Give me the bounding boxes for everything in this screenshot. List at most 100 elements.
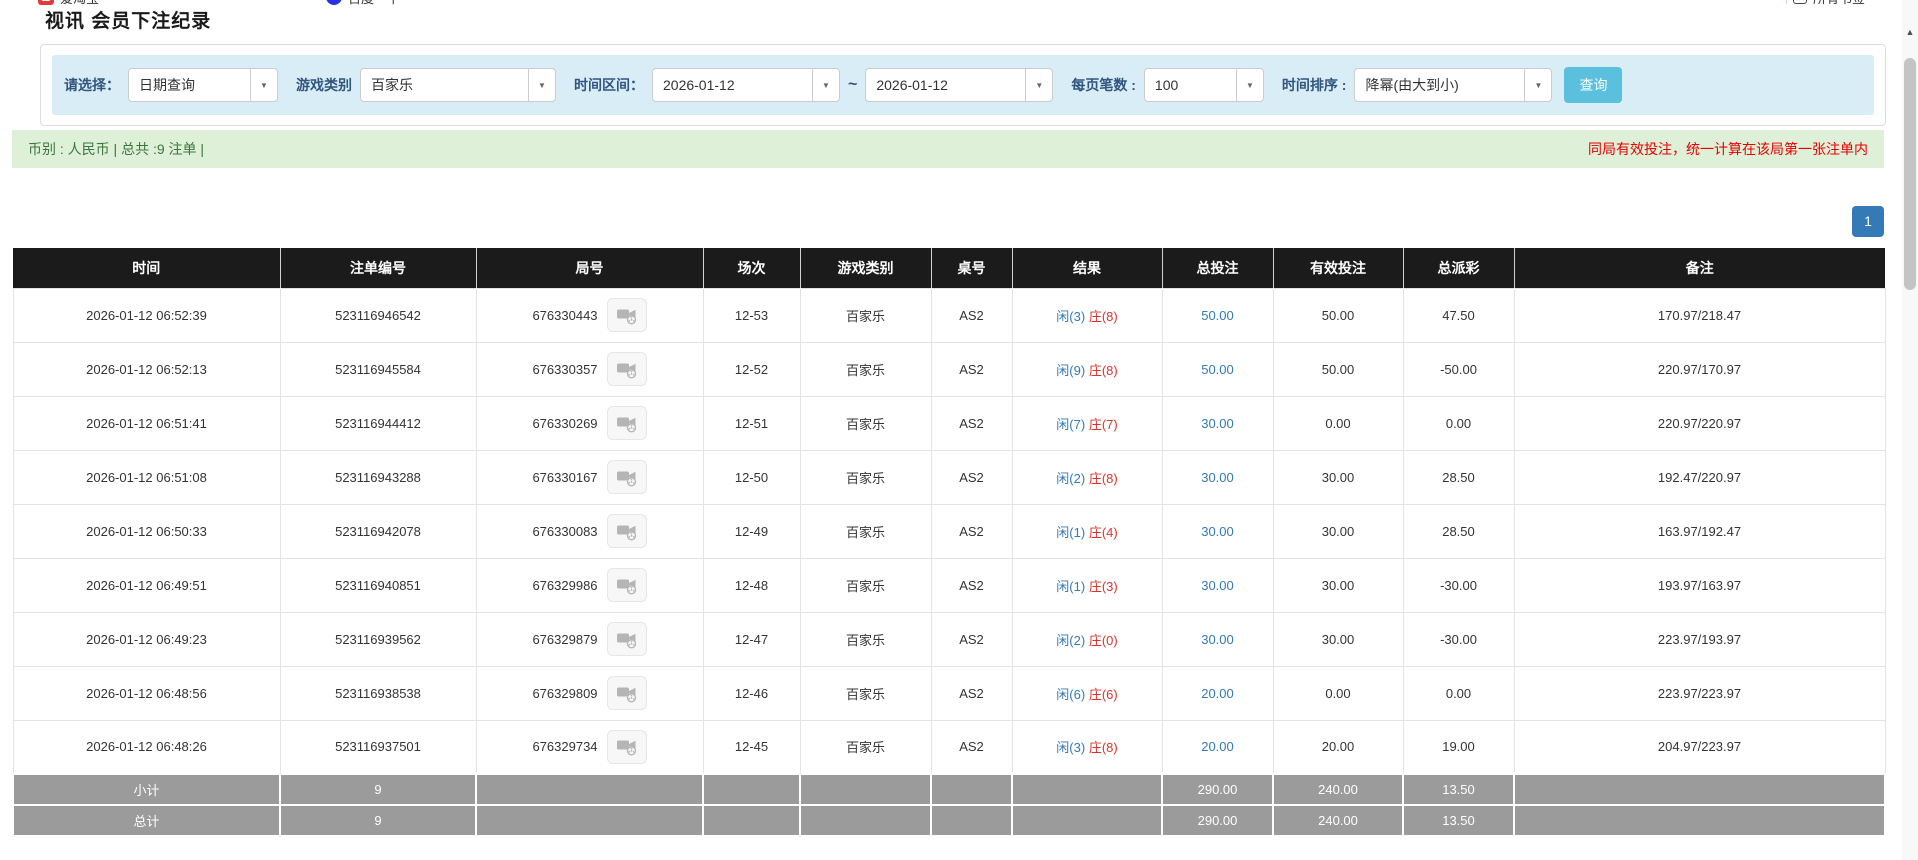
scrollbar-thumb[interactable]	[1904, 58, 1916, 290]
cell-table-no: AS2	[930, 611, 1013, 667]
total-bet-link[interactable]: 50.00	[1201, 308, 1234, 323]
cell-round: 676329986	[475, 557, 704, 613]
total-bet-link[interactable]: 50.00	[1201, 362, 1234, 377]
result-banker: 庄(3)	[1088, 578, 1118, 594]
video-icon	[616, 740, 636, 756]
total-bet-link[interactable]: 30.00	[1201, 632, 1234, 647]
cell-round: 676329879	[475, 611, 704, 667]
baidu-icon	[326, 0, 342, 5]
cell-result: 闲(9) 庄(8)	[1011, 341, 1163, 397]
cell-time: 2026-01-12 06:51:08	[12, 449, 281, 505]
footer-count: 9	[279, 804, 477, 837]
video-replay-button[interactable]	[606, 298, 647, 332]
column-header-6: 结果	[1012, 248, 1163, 288]
result-player: 闲(9)	[1056, 362, 1086, 378]
total-bet-link[interactable]: 30.00	[1201, 470, 1234, 485]
query-button[interactable]: 查询	[1564, 67, 1623, 103]
video-icon	[616, 363, 636, 378]
footer-empty	[930, 804, 1013, 837]
result-banker: 庄(6)	[1088, 686, 1118, 702]
video-replay-button[interactable]	[606, 568, 647, 602]
cell-total-bet: 50.00	[1161, 341, 1274, 397]
cell-bet-id: 523116940851	[279, 557, 477, 613]
chevron-down-icon: ▼	[1025, 69, 1052, 101]
per-page-value: 100	[1154, 77, 1179, 93]
video-replay-button[interactable]	[606, 676, 647, 710]
round-id: 676330167	[532, 469, 598, 485]
result-player: 闲(3)	[1056, 308, 1086, 324]
video-icon	[616, 471, 636, 486]
all-bookmarks-icon	[1793, 0, 1807, 4]
video-replay-button[interactable]	[606, 729, 647, 764]
cell-result: 闲(2) 庄(0)	[1011, 611, 1163, 667]
cell-table-no: AS2	[930, 719, 1013, 775]
filter-strip: 请选择： 日期查询 ▼ 游戏类别 百家乐 ▼ 时间区间： 2026-01-12 …	[52, 55, 1874, 115]
footer-empty	[1513, 773, 1886, 806]
cell-session: 12-51	[702, 395, 801, 451]
cell-session: 12-50	[702, 449, 801, 505]
chevron-down-icon: ▼	[1524, 69, 1551, 101]
cell-bet-id: 523116945584	[279, 341, 477, 397]
bookmark-label: 百度一下	[348, 0, 400, 7]
cell-round: 676329809	[475, 665, 704, 721]
video-replay-button[interactable]	[606, 352, 647, 386]
cell-valid-bet: 0.00	[1272, 665, 1404, 721]
table-row: 2026-01-12 06:51:08 523116943288 676330167…	[12, 449, 1886, 505]
table-row: 2026-01-12 06:48:26 523116937501 676329734…	[12, 719, 1886, 775]
cell-result: 闲(2) 庄(8)	[1011, 449, 1163, 505]
cell-total-bet: 30.00	[1161, 395, 1274, 451]
cell-valid-bet: 0.00	[1272, 395, 1404, 451]
video-replay-button[interactable]	[606, 406, 647, 440]
pagination: 1	[12, 206, 1884, 237]
video-replay-button[interactable]	[606, 460, 647, 494]
cell-session: 12-52	[702, 341, 801, 397]
cell-game-type: 百家乐	[799, 665, 932, 721]
cell-result: 闲(3) 庄(8)	[1011, 719, 1163, 775]
time-sort-select[interactable]: 降幂(由大到小) ▼	[1354, 68, 1553, 102]
footer-label: 小计	[12, 773, 281, 806]
cell-payout: 28.50	[1402, 503, 1515, 559]
bookmark-item-2[interactable]: 百度一下	[326, 0, 400, 7]
query-type-value: 日期查询	[139, 77, 195, 93]
summary-info: 币别 : 人民币 | 总共 :9 注单 |	[28, 141, 205, 157]
summary-note: 同局有效投注，统一计算在该局第一张注单内	[1588, 141, 1868, 157]
scroll-up-icon[interactable]: ▲	[1902, 24, 1918, 40]
date-end-value: 2026-01-12	[876, 77, 948, 93]
page-1-button[interactable]: 1	[1852, 206, 1884, 237]
total-bet-link[interactable]: 30.00	[1201, 578, 1234, 593]
total-bet-link[interactable]: 30.00	[1201, 524, 1234, 539]
date-start-select[interactable]: 2026-01-12 ▼	[652, 68, 840, 102]
total-bet-link[interactable]: 20.00	[1201, 686, 1234, 701]
cell-total-bet: 30.00	[1161, 557, 1274, 613]
video-icon	[616, 687, 636, 702]
cell-total-bet: 20.00	[1161, 719, 1274, 775]
filter-panel: 请选择： 日期查询 ▼ 游戏类别 百家乐 ▼ 时间区间： 2026-01-12 …	[40, 44, 1886, 126]
cell-game-type: 百家乐	[799, 719, 932, 775]
footer-empty	[799, 773, 932, 806]
column-header-1: 注单编号	[280, 248, 477, 288]
cell-game-type: 百家乐	[799, 503, 932, 559]
footer-valid-bet: 240.00	[1272, 804, 1404, 837]
page-title: 视讯 会员下注纪录	[45, 11, 212, 32]
bookmark-item-1[interactable]: 爱淘宝	[38, 0, 99, 7]
cell-valid-bet: 30.00	[1272, 557, 1404, 613]
query-type-select[interactable]: 日期查询 ▼	[128, 68, 278, 102]
chevron-down-icon: ▼	[1235, 69, 1263, 101]
game-type-select[interactable]: 百家乐 ▼	[360, 68, 556, 102]
per-page-select[interactable]: 100 ▼	[1143, 68, 1264, 102]
cell-time: 2026-01-12 06:52:13	[12, 341, 281, 397]
total-bet-link[interactable]: 30.00	[1201, 416, 1234, 431]
cell-session: 12-45	[702, 719, 801, 775]
video-replay-button[interactable]	[606, 622, 647, 656]
result-player: 闲(7)	[1056, 416, 1086, 432]
date-end-select[interactable]: 2026-01-12 ▼	[865, 68, 1054, 102]
total-bet-link[interactable]: 20.00	[1201, 739, 1234, 754]
video-replay-button[interactable]	[606, 514, 647, 548]
cell-time: 2026-01-12 06:49:23	[12, 611, 281, 667]
footer-empty	[475, 773, 704, 806]
column-header-0: 时间	[13, 248, 281, 288]
summary-bar: 币别 : 人民币 | 总共 :9 注单 | 同局有效投注，统一计算在该局第一张注…	[12, 130, 1884, 168]
result-banker: 庄(8)	[1088, 362, 1118, 378]
footer-payout: 13.50	[1402, 804, 1515, 837]
all-bookmarks-button[interactable]: 所有书签	[1786, 0, 1865, 7]
